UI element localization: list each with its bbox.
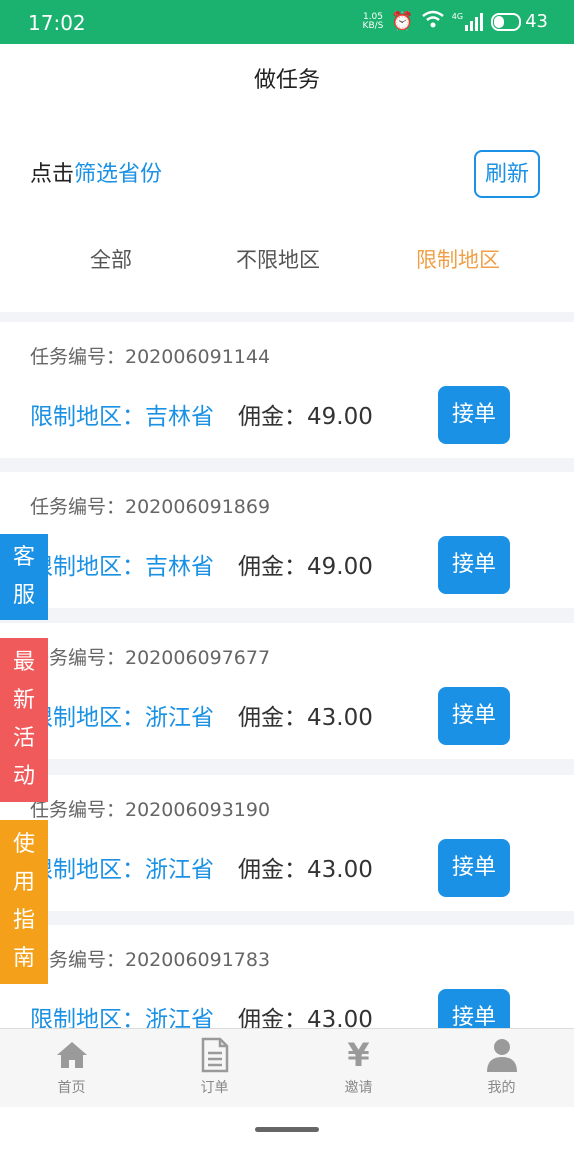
float-tab-char: 南 bbox=[12, 946, 35, 971]
float-tab-char: 动 bbox=[12, 764, 35, 789]
accept-task-button[interactable]: 接单 bbox=[438, 386, 510, 444]
document-icon bbox=[143, 1037, 286, 1073]
filter-prompt: 点击筛选省份 bbox=[30, 156, 162, 188]
filter-panel: 点击筛选省份 刷新 全部 不限地区 限制地区 bbox=[0, 118, 574, 312]
task-region: 限制地区：浙江省 bbox=[30, 857, 214, 883]
filter-prompt-prefix: 点击 bbox=[30, 162, 75, 187]
home-indicator[interactable] bbox=[255, 1127, 319, 1132]
task-region: 限制地区：吉林省 bbox=[30, 404, 214, 430]
nav-mine[interactable]: 我的 bbox=[430, 1029, 573, 1107]
status-time: 17:02 bbox=[28, 11, 86, 35]
nav-mine-label: 我的 bbox=[487, 1080, 516, 1096]
nav-invite[interactable]: ¥ 邀请 bbox=[287, 1029, 430, 1107]
task-code: 任务编号：202006091783 bbox=[30, 949, 271, 971]
task-region: 限制地区：浙江省 bbox=[30, 1007, 214, 1028]
task-list[interactable]: 任务编号：202006091144 限制地区：吉林省 佣金：49.00 接单 任… bbox=[0, 312, 574, 1028]
float-tab-char: 用 bbox=[12, 870, 35, 895]
task-card: 任务编号：202006091869 限制地区：吉林省 佣金：49.00 接单 bbox=[0, 472, 574, 608]
nav-orders[interactable]: 订单 bbox=[143, 1029, 286, 1107]
customer-service-tab[interactable]: 客 服 bbox=[0, 534, 48, 620]
net-speed: 1.05 KB/S bbox=[362, 12, 384, 31]
status-bar: 17:02 1.05 KB/S ⏰ 4G 43 bbox=[0, 0, 574, 44]
battery-level: 43 bbox=[525, 11, 548, 32]
user-guide-tab[interactable]: 使 用 指 南 bbox=[0, 820, 48, 984]
task-commission: 佣金：43.00 bbox=[238, 857, 373, 883]
float-tab-char: 客 bbox=[12, 545, 35, 570]
signal-icon: 4G bbox=[451, 11, 484, 31]
task-commission: 佣金：49.00 bbox=[238, 554, 373, 580]
task-code: 任务编号：202006097677 bbox=[30, 647, 271, 669]
float-tab-char: 使 bbox=[12, 832, 35, 857]
task-card: 任务编号：202006091783 限制地区：浙江省 佣金：43.00 接单 bbox=[0, 925, 574, 1028]
task-code: 任务编号：202006093190 bbox=[30, 799, 271, 821]
battery-indicator: 43 bbox=[491, 11, 548, 32]
wifi-icon bbox=[422, 10, 444, 33]
accept-task-button[interactable]: 接单 bbox=[438, 989, 510, 1028]
task-card: 任务编号：202006097677 限制地区：浙江省 佣金：43.00 接单 bbox=[0, 623, 574, 759]
tab-restricted-region[interactable]: 限制地区 bbox=[416, 244, 500, 274]
task-commission: 佣金：49.00 bbox=[238, 404, 373, 430]
nav-home[interactable]: 首页 bbox=[0, 1029, 143, 1107]
nav-invite-label: 邀请 bbox=[344, 1080, 373, 1096]
signal-label: 4G bbox=[451, 11, 464, 21]
accept-task-button[interactable]: 接单 bbox=[438, 839, 510, 897]
home-icon bbox=[0, 1037, 143, 1073]
bottom-nav: 首页 订单 ¥ 邀请 我的 bbox=[0, 1028, 574, 1107]
nav-home-label: 首页 bbox=[57, 1080, 86, 1096]
float-tab-char: 服 bbox=[12, 583, 35, 608]
task-card: 任务编号：202006093190 限制地区：浙江省 佣金：43.00 接单 bbox=[0, 775, 574, 911]
task-code: 任务编号：202006091869 bbox=[30, 496, 271, 518]
latest-activity-tab[interactable]: 最 新 活 动 bbox=[0, 638, 48, 802]
task-card: 任务编号：202006091144 限制地区：吉林省 佣金：49.00 接单 bbox=[0, 322, 574, 458]
refresh-button[interactable]: 刷新 bbox=[474, 150, 540, 198]
tab-all[interactable]: 全部 bbox=[90, 244, 132, 274]
task-commission: 佣金：43.00 bbox=[238, 705, 373, 731]
yen-icon: ¥ bbox=[347, 1036, 370, 1074]
float-tab-char: 新 bbox=[12, 688, 35, 713]
task-region: 限制地区：吉林省 bbox=[30, 554, 214, 580]
user-icon bbox=[430, 1037, 573, 1073]
status-icons: 1.05 KB/S ⏰ 4G 43 bbox=[363, 10, 548, 33]
accept-task-button[interactable]: 接单 bbox=[438, 536, 510, 594]
alarm-icon: ⏰ bbox=[391, 10, 414, 32]
page-title: 做任务 bbox=[0, 44, 574, 119]
float-tab-char: 活 bbox=[12, 726, 35, 751]
select-province-link[interactable]: 筛选省份 bbox=[74, 162, 162, 187]
float-tab-char: 指 bbox=[12, 908, 35, 933]
region-tabs: 全部 不限地区 限制地区 bbox=[0, 244, 574, 280]
task-code: 任务编号：202006091144 bbox=[30, 346, 271, 368]
battery-icon bbox=[491, 12, 522, 31]
net-speed-unit: KB/S bbox=[362, 20, 384, 31]
task-region: 限制地区：浙江省 bbox=[30, 705, 214, 731]
nav-orders-label: 订单 bbox=[200, 1080, 229, 1096]
float-tab-char: 最 bbox=[12, 650, 35, 675]
accept-task-button[interactable]: 接单 bbox=[438, 687, 510, 745]
tab-unrestricted-region[interactable]: 不限地区 bbox=[236, 244, 320, 274]
task-commission: 佣金：43.00 bbox=[238, 1007, 373, 1028]
